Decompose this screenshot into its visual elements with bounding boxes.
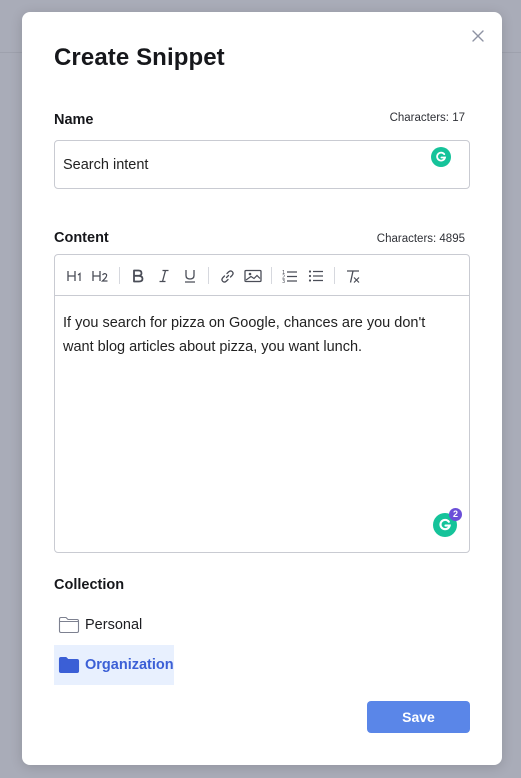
save-button[interactable]: Save [367,701,470,733]
collection-item-personal[interactable]: Personal [54,605,148,645]
clear-format-icon[interactable] [342,265,364,287]
heading-2-icon[interactable] [90,265,112,287]
heading-1-icon[interactable] [65,265,87,287]
underline-icon[interactable] [179,265,201,287]
dialog-title: Create Snippet [54,44,225,71]
editor-toolbar: 1 2 3 [55,255,469,296]
italic-icon[interactable] [153,265,175,287]
create-snippet-dialog: Create Snippet Name Characters: 17 Conte… [22,12,502,765]
name-input[interactable] [54,140,470,189]
collection-item-label: Organization [85,657,174,673]
svg-text:3: 3 [282,279,285,283]
content-text[interactable]: If you search for pizza on Google, chanc… [63,311,459,359]
name-char-count: Characters: 17 [389,112,465,124]
image-icon[interactable] [242,265,264,287]
folder-icon [58,616,80,634]
toolbar-divider [208,267,209,284]
content-label: Content [54,230,109,246]
content-editor[interactable]: 1 2 3 If you search for pizza on Google,… [54,254,470,553]
folder-icon [58,656,80,674]
close-icon[interactable] [470,28,486,44]
ordered-list-icon[interactable]: 1 2 3 [279,265,301,287]
content-char-count: Characters: 4895 [376,233,465,245]
collection-item-label: Personal [85,617,143,633]
toolbar-divider [119,267,120,284]
toolbar-divider [334,267,335,284]
toolbar-divider [271,267,272,284]
bullet-list-icon[interactable] [305,265,327,287]
collection-item-organization[interactable]: Organization [54,645,174,685]
bold-icon[interactable] [127,265,149,287]
collection-label: Collection [54,577,125,593]
name-label: Name [54,112,94,128]
grammarly-alert-count: 2 [449,508,462,521]
grammarly-icon[interactable] [431,147,451,167]
link-icon[interactable] [216,265,238,287]
